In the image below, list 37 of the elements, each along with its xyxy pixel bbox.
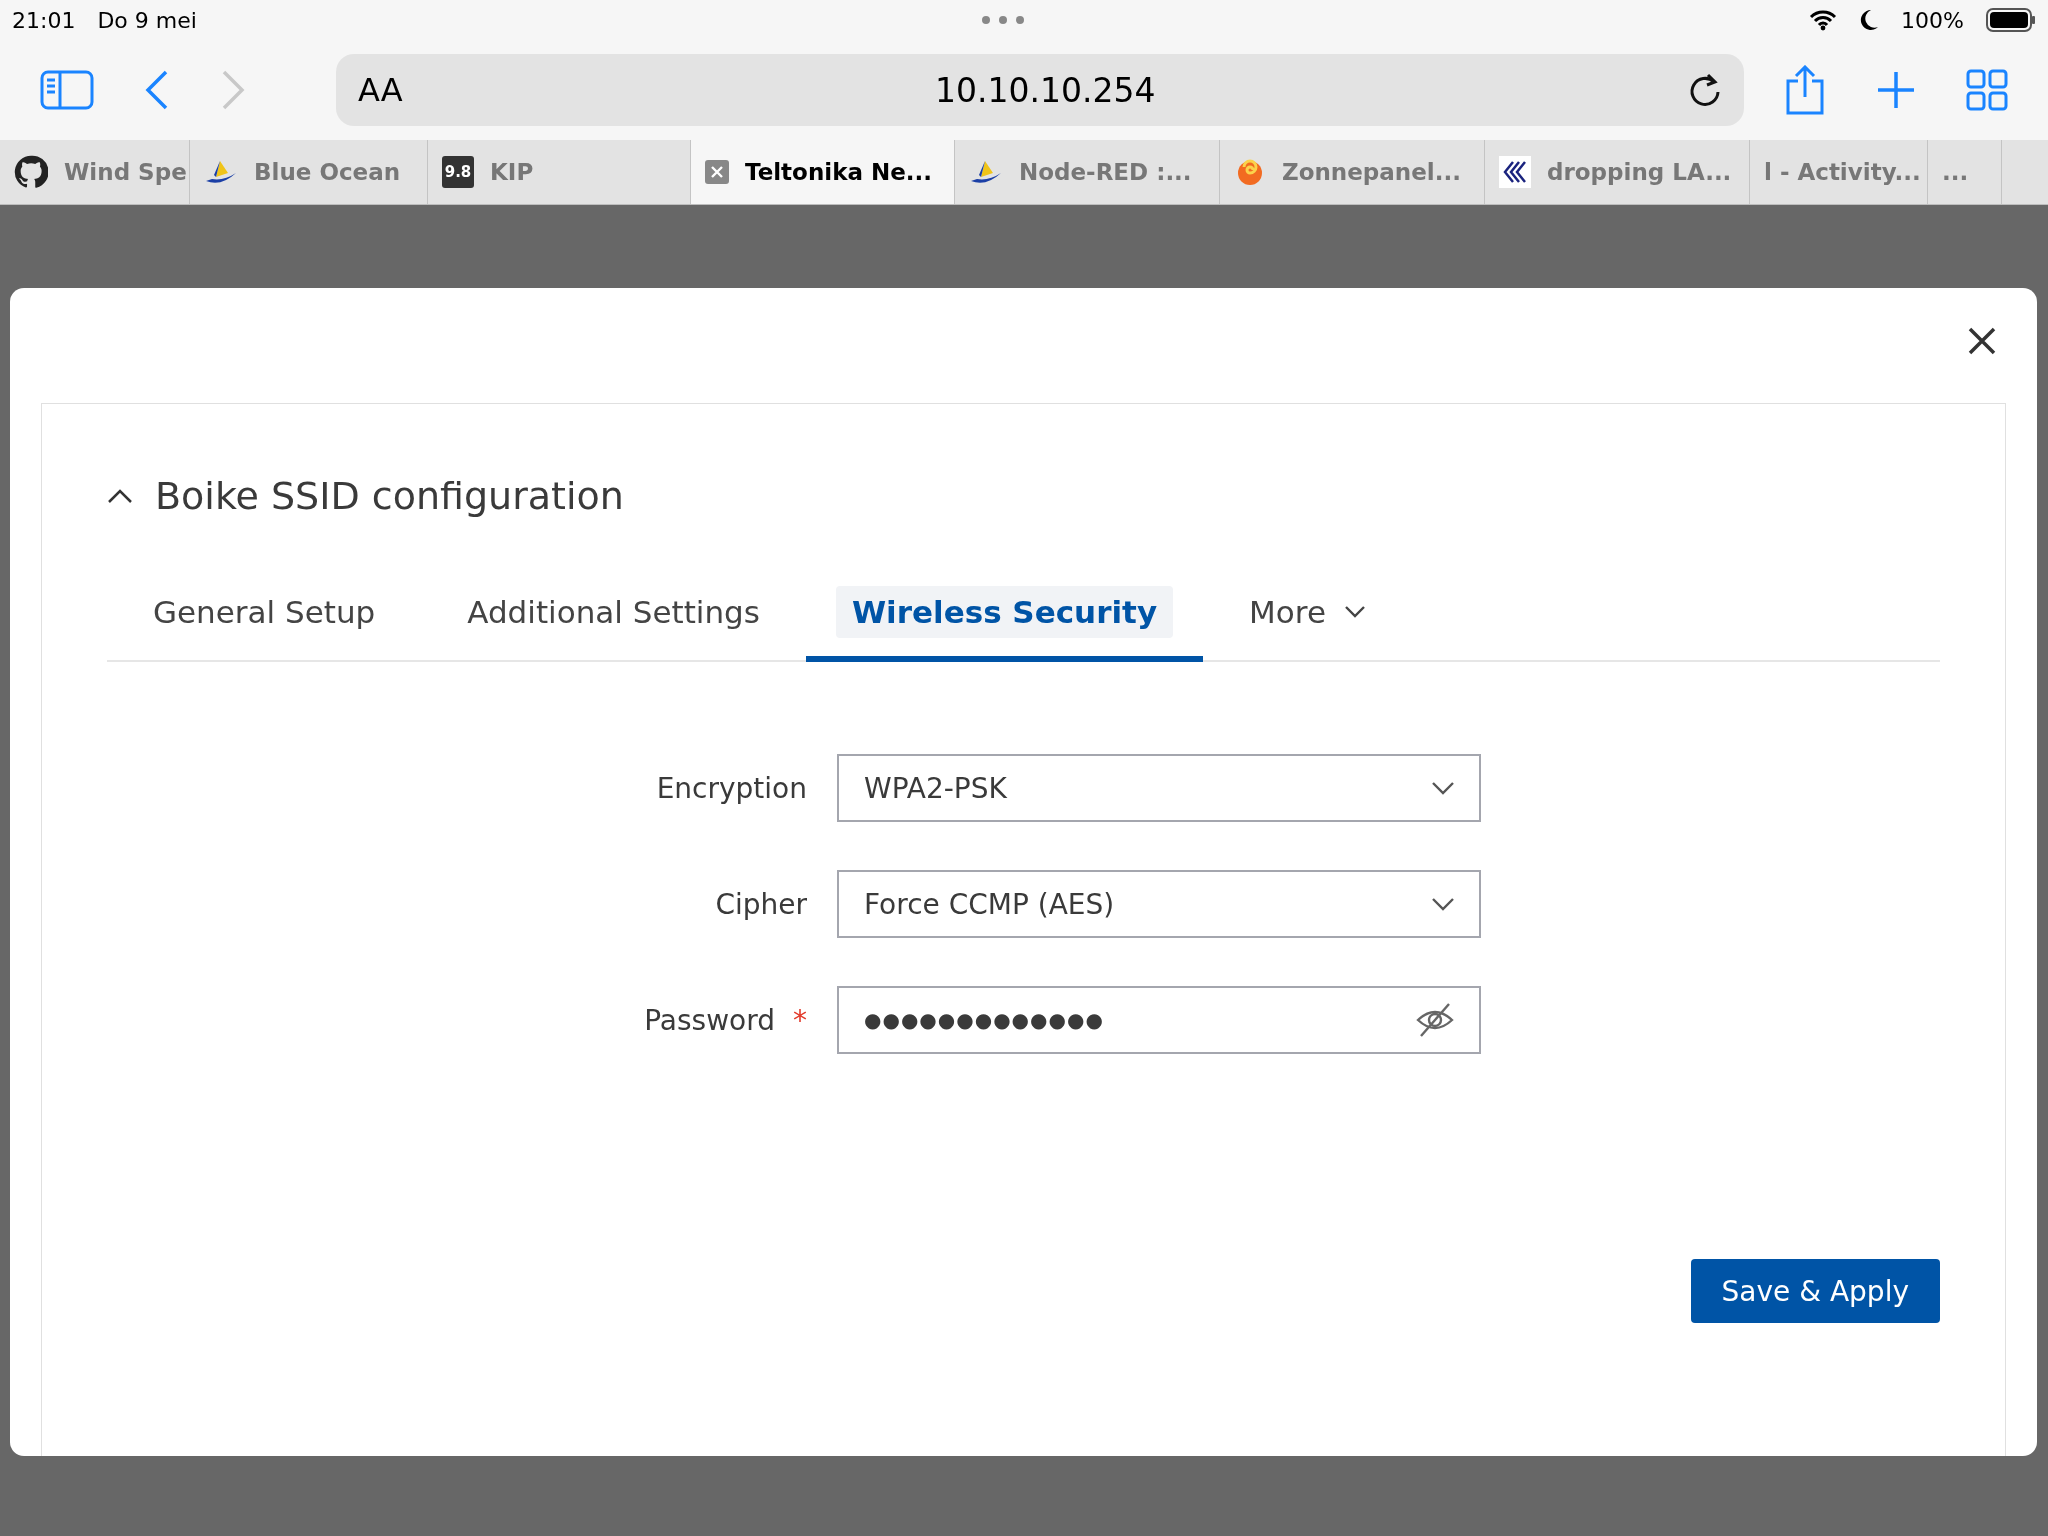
speed-gauge-icon: 9.8 <box>442 156 474 188</box>
tab-overview-button[interactable] <box>1966 69 2008 111</box>
section-tab[interactable]: More <box>1203 586 1412 662</box>
address-bar[interactable]: AA 10.10.10.254 <box>336 54 1744 126</box>
close-icon[interactable] <box>1967 326 1997 356</box>
browser-tab[interactable]: Teltonika Ne... <box>691 140 955 204</box>
new-tab-button[interactable] <box>1876 70 1916 110</box>
eye-slash-icon[interactable] <box>1415 1002 1455 1038</box>
section-tab[interactable]: General Setup <box>107 586 422 662</box>
chevron-down-icon <box>1343 605 1366 619</box>
section-title: Boike SSID configuration <box>155 474 624 518</box>
chevron-down-icon <box>1431 781 1455 795</box>
close-icon <box>705 160 729 184</box>
select-field[interactable]: WPA2-PSK <box>837 754 1481 822</box>
field-label: Encryption <box>656 771 807 805</box>
field-label: Password * <box>644 1003 807 1037</box>
password-field[interactable]: ●●●●●●●●●●●●● <box>837 986 1481 1054</box>
wifi-icon <box>1809 9 1838 31</box>
battery-percentage: 100% <box>1901 7 1964 33</box>
status-date: Do 9 mei <box>97 7 197 33</box>
required-mark: * <box>793 1003 807 1037</box>
cat-logo-icon <box>14 155 48 189</box>
back-button[interactable] <box>144 70 170 110</box>
battery-icon <box>1986 8 2036 32</box>
sidebar-button[interactable] <box>40 70 94 110</box>
reload-icon[interactable] <box>1688 72 1722 108</box>
field-label: Cipher <box>715 887 807 921</box>
chevrons-logo-icon <box>1499 156 1531 188</box>
chevron-down-icon <box>1431 897 1455 911</box>
chevron-up-icon[interactable] <box>107 488 133 504</box>
status-time: 21:01 <box>12 7 76 33</box>
moon-icon <box>1859 9 1880 31</box>
section-tab[interactable]: Additional Settings <box>421 586 806 662</box>
save-apply-button[interactable]: Save & Apply <box>1690 1259 1940 1323</box>
share-button[interactable] <box>1784 65 1826 115</box>
select-field[interactable]: Force CCMP (AES) <box>837 870 1481 938</box>
more-dots-icon <box>981 15 1025 25</box>
